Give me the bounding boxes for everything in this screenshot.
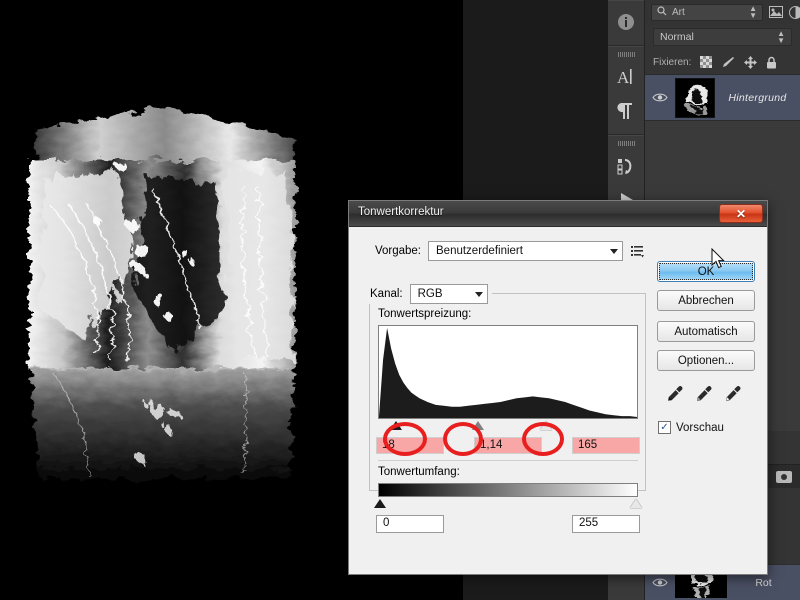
- channel-visibility-icon[interactable]: [645, 577, 675, 588]
- svg-text:A: A: [617, 68, 630, 87]
- dialog-titlebar[interactable]: Tonwertkorrektur ✕: [349, 201, 767, 227]
- chevron-down-icon: [610, 248, 618, 254]
- preset-options-icon[interactable]: [630, 243, 646, 259]
- channel-row: Kanal: RGB: [366, 284, 492, 304]
- adjustment-filter-icon[interactable]: [789, 5, 800, 19]
- channel-label: Kanal:: [370, 288, 403, 300]
- layer-thumbnail-image: [676, 78, 714, 117]
- output-levels-slider[interactable]: [374, 497, 642, 511]
- blend-mode-value: Normal: [660, 31, 694, 43]
- photoshop-window: A Art ▲ ▼ Normal ▲ ▼ Fixieren: Hintergru…: [0, 0, 800, 600]
- preview-label: Vorschau: [676, 421, 724, 434]
- ice-cube-image: [0, 10, 325, 570]
- layer-visibility-icon[interactable]: [645, 92, 675, 103]
- lock-row: Fixieren:: [645, 50, 800, 74]
- input-white-field[interactable]: 165: [572, 437, 640, 454]
- set-white-point-eyedropper[interactable]: [724, 385, 742, 408]
- close-icon[interactable]: ✕: [719, 204, 763, 223]
- input-black-field[interactable]: 18: [376, 437, 444, 454]
- chevron-updown-icon: ▲ ▼: [777, 29, 785, 45]
- cancel-button[interactable]: Abbrechen: [657, 290, 755, 311]
- lock-image-icon[interactable]: [721, 56, 735, 69]
- histogram[interactable]: [378, 325, 638, 419]
- preset-row: Vorgabe: Benutzerdefiniert: [361, 241, 755, 261]
- layer-filter-select[interactable]: Art ▲ ▼: [651, 3, 763, 21]
- ok-button[interactable]: OK: [657, 261, 755, 282]
- layer-row[interactable]: Hintergrund: [645, 74, 800, 121]
- eyedropper-row: [666, 385, 755, 408]
- paragraph-icon[interactable]: [608, 94, 644, 128]
- lock-row-label: Fixieren:: [653, 56, 692, 68]
- panel-grip[interactable]: [617, 52, 635, 57]
- mouse-cursor: [711, 248, 725, 269]
- dialog-body: Vorgabe: Benutzerdefiniert Kanal: RGB To…: [349, 227, 767, 576]
- search-icon: [657, 5, 667, 19]
- preview-checkbox[interactable]: ✓: [658, 421, 671, 434]
- lock-position-icon[interactable]: [744, 55, 758, 69]
- levels-dialog[interactable]: Tonwertkorrektur ✕ Vorgabe: Benutzerdefi…: [348, 200, 768, 575]
- output-black-field[interactable]: 0: [376, 515, 444, 533]
- preset-value: Benutzerdefiniert: [436, 245, 523, 257]
- info-icon[interactable]: [608, 5, 644, 39]
- lock-transparency-icon[interactable]: [700, 56, 713, 68]
- input-levels-label: Tonwertspreizung:: [378, 308, 472, 320]
- blend-mode-row: Normal ▲ ▼: [645, 24, 800, 50]
- input-gamma-field[interactable]: 1,14: [474, 437, 542, 454]
- gamma-slider[interactable]: [471, 421, 484, 430]
- layer-name[interactable]: Hintergrund: [715, 92, 800, 104]
- chevron-down-icon: [474, 291, 483, 297]
- auto-button[interactable]: Automatisch: [657, 321, 755, 342]
- output-white-slider[interactable]: [630, 499, 642, 508]
- input-levels-slider[interactable]: [378, 419, 638, 433]
- set-black-point-eyedropper[interactable]: [666, 385, 684, 408]
- options-button[interactable]: Optionen...: [657, 350, 755, 371]
- channel-options-icon[interactable]: [776, 470, 792, 483]
- rail-group-type: A: [608, 46, 644, 135]
- histogram-plot: [379, 326, 637, 418]
- preview-row[interactable]: ✓ Vorschau: [658, 421, 755, 434]
- blend-mode-select[interactable]: Normal ▲ ▼: [653, 28, 792, 46]
- channel-select[interactable]: RGB: [409, 284, 488, 304]
- set-gray-point-eyedropper[interactable]: [695, 385, 713, 408]
- layer-filter-row: Art ▲ ▼: [645, 0, 800, 24]
- preset-label: Vorgabe:: [374, 245, 421, 257]
- black-point-slider[interactable]: [390, 421, 403, 430]
- levels-group: Kanal: RGB Tonwertspreizung: 18 1,14 165…: [366, 284, 646, 533]
- output-black-slider[interactable]: [374, 499, 386, 508]
- dialog-buttons: OK Abbrechen Automatisch Optionen... ✓ V…: [657, 261, 755, 434]
- preset-select[interactable]: Benutzerdefiniert: [428, 241, 623, 261]
- layer-filter-value: Art: [672, 6, 685, 18]
- section-divider: [378, 460, 638, 461]
- layer-thumbnail[interactable]: [675, 77, 715, 118]
- image-filter-icon[interactable]: [769, 6, 783, 18]
- white-point-slider[interactable]: [540, 421, 553, 430]
- channel-value: RGB: [417, 288, 443, 300]
- output-levels-label: Tonwertumfang:: [378, 466, 460, 478]
- rail-group-info: [608, 0, 644, 46]
- stepper-icon[interactable]: ▲ ▼: [749, 5, 757, 20]
- output-gradient-ramp: [378, 483, 638, 497]
- output-white-field[interactable]: 255: [572, 515, 640, 533]
- lock-all-icon[interactable]: [766, 56, 777, 69]
- channel-name[interactable]: Rot: [727, 577, 800, 589]
- character-icon[interactable]: A: [608, 60, 644, 94]
- history-icon[interactable]: [608, 149, 644, 183]
- panel-grip[interactable]: [617, 141, 635, 146]
- dialog-title: Tonwertkorrektur: [358, 206, 444, 218]
